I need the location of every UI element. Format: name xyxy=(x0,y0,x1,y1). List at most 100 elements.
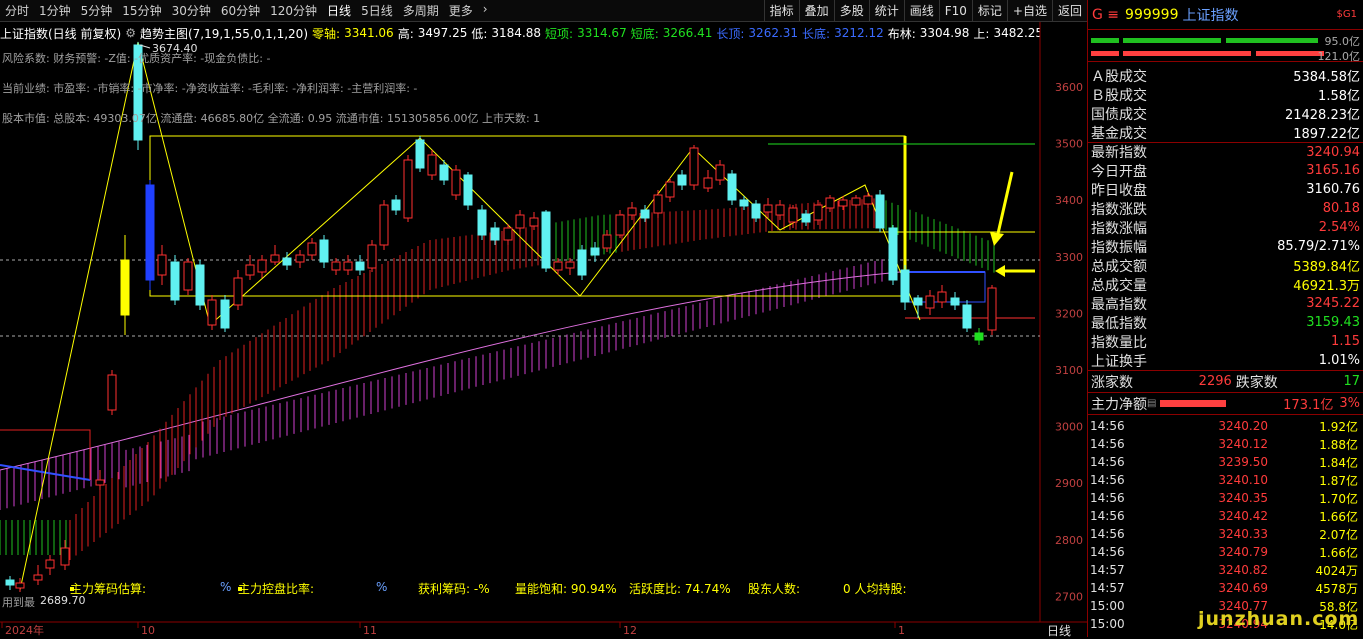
stat-row: 总成交量 46921.3万 xyxy=(1088,275,1363,295)
candle-body xyxy=(715,164,725,181)
period-tab-9[interactable]: 多周期 xyxy=(398,2,444,19)
stat-value: 3160.76 xyxy=(1306,182,1360,197)
toolbar-button-3[interactable]: 统计 xyxy=(868,0,904,22)
toolbar-buttons: 指标 叠加 多股 统计 画线 F10 标记 +自选 返回 xyxy=(763,0,1087,22)
y-tick-label: 2900 xyxy=(1055,477,1083,490)
candle-body xyxy=(195,264,205,306)
toolbar-button-6[interactable]: 标记 xyxy=(971,0,1007,22)
per-holding: 0 人均持股: xyxy=(843,582,907,596)
stat-label: 最低指数 xyxy=(1091,315,1147,332)
y-tick-label: 2800 xyxy=(1055,534,1083,547)
candle-body xyxy=(962,304,972,329)
more-chevron-icon[interactable]: › xyxy=(478,2,493,19)
candle-body xyxy=(937,291,947,303)
toolbar-button-7[interactable]: +自选 xyxy=(1006,0,1052,22)
toolbar-button-0[interactable]: 指标 xyxy=(763,0,799,22)
candle-body xyxy=(107,374,117,411)
y-tick-label: 3100 xyxy=(1055,364,1083,377)
candle-body xyxy=(703,177,713,189)
stat-label: Ａ股成交 xyxy=(1091,68,1147,85)
stock-value-overlay: 股本市值: 总股本: 49303.07亿 流通盘: 46685.80亿 全流通:… xyxy=(2,112,541,125)
stat-row: Ｂ股成交 1.58亿 xyxy=(1088,85,1363,105)
tick-price: 3240.82 xyxy=(1218,563,1268,577)
tick-time: 14:56 xyxy=(1090,437,1125,451)
tick-volume: 1.88亿 xyxy=(1319,437,1358,452)
candle-body xyxy=(615,214,625,236)
profit-chip: 获利筹码: -% xyxy=(418,582,490,596)
tick-volume: 1.87亿 xyxy=(1319,473,1358,488)
main-control-label: 主力控盘比率: xyxy=(238,582,315,596)
period-tab-6[interactable]: 120分钟 xyxy=(265,2,322,19)
holders-count: 股东人数: xyxy=(748,582,801,596)
fall-count: 17 xyxy=(1343,374,1360,389)
candle-body xyxy=(490,227,500,241)
stat-label: 指数振幅 xyxy=(1091,239,1147,256)
stat-label: 基金成交 xyxy=(1091,125,1147,142)
energy-saturation: 量能饱和: 90.94% xyxy=(515,582,617,596)
stat-row: 总成交额 5389.84亿 xyxy=(1088,256,1363,276)
stat-value: 46921.3万 xyxy=(1293,279,1360,294)
stat-value: 3245.22 xyxy=(1306,296,1360,311)
toolbar-button-1[interactable]: 叠加 xyxy=(798,0,834,22)
y-tick-label: 3000 xyxy=(1055,421,1083,434)
candle-body xyxy=(925,295,935,309)
candle-body xyxy=(319,239,329,263)
market-badge: $G1 xyxy=(1336,9,1357,20)
stat-row: 国债成交 21428.23亿 xyxy=(1088,104,1363,124)
candle-body xyxy=(653,194,663,214)
tick-list[interactable]: 14:56 3240.20 1.92亿 14:56 3240.12 1.88亿 14:56 3… xyxy=(1088,414,1363,633)
y-tick-label: 3200 xyxy=(1055,307,1083,320)
candle-body xyxy=(355,261,365,271)
long-band-edge xyxy=(0,271,901,471)
period-tab-3[interactable]: 15分钟 xyxy=(117,2,166,19)
tick-row: 14:56 3240.33 2.07亿 xyxy=(1088,525,1363,543)
period-tab-2[interactable]: 5分钟 xyxy=(76,2,118,19)
stat-value: 5389.84亿 xyxy=(1293,260,1360,275)
period-tab-0[interactable]: 分时 xyxy=(0,2,34,19)
stat-row: 最高指数 3245.22 xyxy=(1088,294,1363,313)
candle-body xyxy=(477,209,487,236)
toolbar-button-8[interactable]: 返回 xyxy=(1051,0,1087,22)
candle-body xyxy=(739,199,749,207)
toolbar-button-5[interactable]: F10 xyxy=(938,0,972,22)
x-tick-label: 1 xyxy=(898,624,905,637)
tick-row: 14:56 3240.42 1.66亿 xyxy=(1088,507,1363,525)
candle-body xyxy=(157,254,167,276)
candle-body xyxy=(950,297,960,306)
candle-body xyxy=(788,207,798,223)
net-menu-icon[interactable]: ▤ xyxy=(1147,398,1156,409)
period-tab-7[interactable]: 日线 xyxy=(322,2,356,19)
candle-body xyxy=(120,259,130,316)
candle-body xyxy=(451,169,461,196)
green-bar-3 xyxy=(1226,38,1318,43)
y-tick-label: 3600 xyxy=(1055,81,1083,94)
tick-time: 14:56 xyxy=(1090,455,1125,469)
stat-value: 2.54% xyxy=(1318,220,1360,235)
candle-body xyxy=(257,259,267,273)
activity-ratio: 活跃度比: 74.74% xyxy=(629,582,731,596)
toolbar-button-4[interactable]: 画线 xyxy=(903,0,939,22)
stat-value: 21428.23亿 xyxy=(1284,108,1360,123)
candle-body xyxy=(463,174,473,206)
candle-body xyxy=(838,199,848,207)
candle-body xyxy=(145,184,155,281)
period-tab-1[interactable]: 1分钟 xyxy=(34,2,76,19)
period-tab-8[interactable]: 5日线 xyxy=(356,2,398,19)
tick-price: 3240.12 xyxy=(1218,437,1268,451)
green-bar-2 xyxy=(1123,38,1221,43)
toolbar-button-2[interactable]: 多股 xyxy=(833,0,869,22)
tick-price: 3240.42 xyxy=(1218,509,1268,523)
candle-body xyxy=(307,242,317,256)
period-tab-10[interactable]: 更多 xyxy=(444,2,478,19)
period-tab-4[interactable]: 30分钟 xyxy=(167,2,216,19)
risk-overlay: 风险系数: 财务预警: -Z值: -优质资产率: -现金负债比: - xyxy=(2,52,271,65)
candle-body xyxy=(677,174,687,186)
candle-body xyxy=(367,244,377,269)
candle-body xyxy=(751,203,761,219)
candle-body xyxy=(553,261,563,271)
period-tab-5[interactable]: 60分钟 xyxy=(216,2,265,19)
period-corner-label: 日线 xyxy=(1047,624,1072,638)
stat-value: 80.18 xyxy=(1322,201,1360,216)
tick-time: 15:00 xyxy=(1090,599,1125,613)
stat-row: 指数振幅 85.79/2.71% xyxy=(1088,237,1363,256)
